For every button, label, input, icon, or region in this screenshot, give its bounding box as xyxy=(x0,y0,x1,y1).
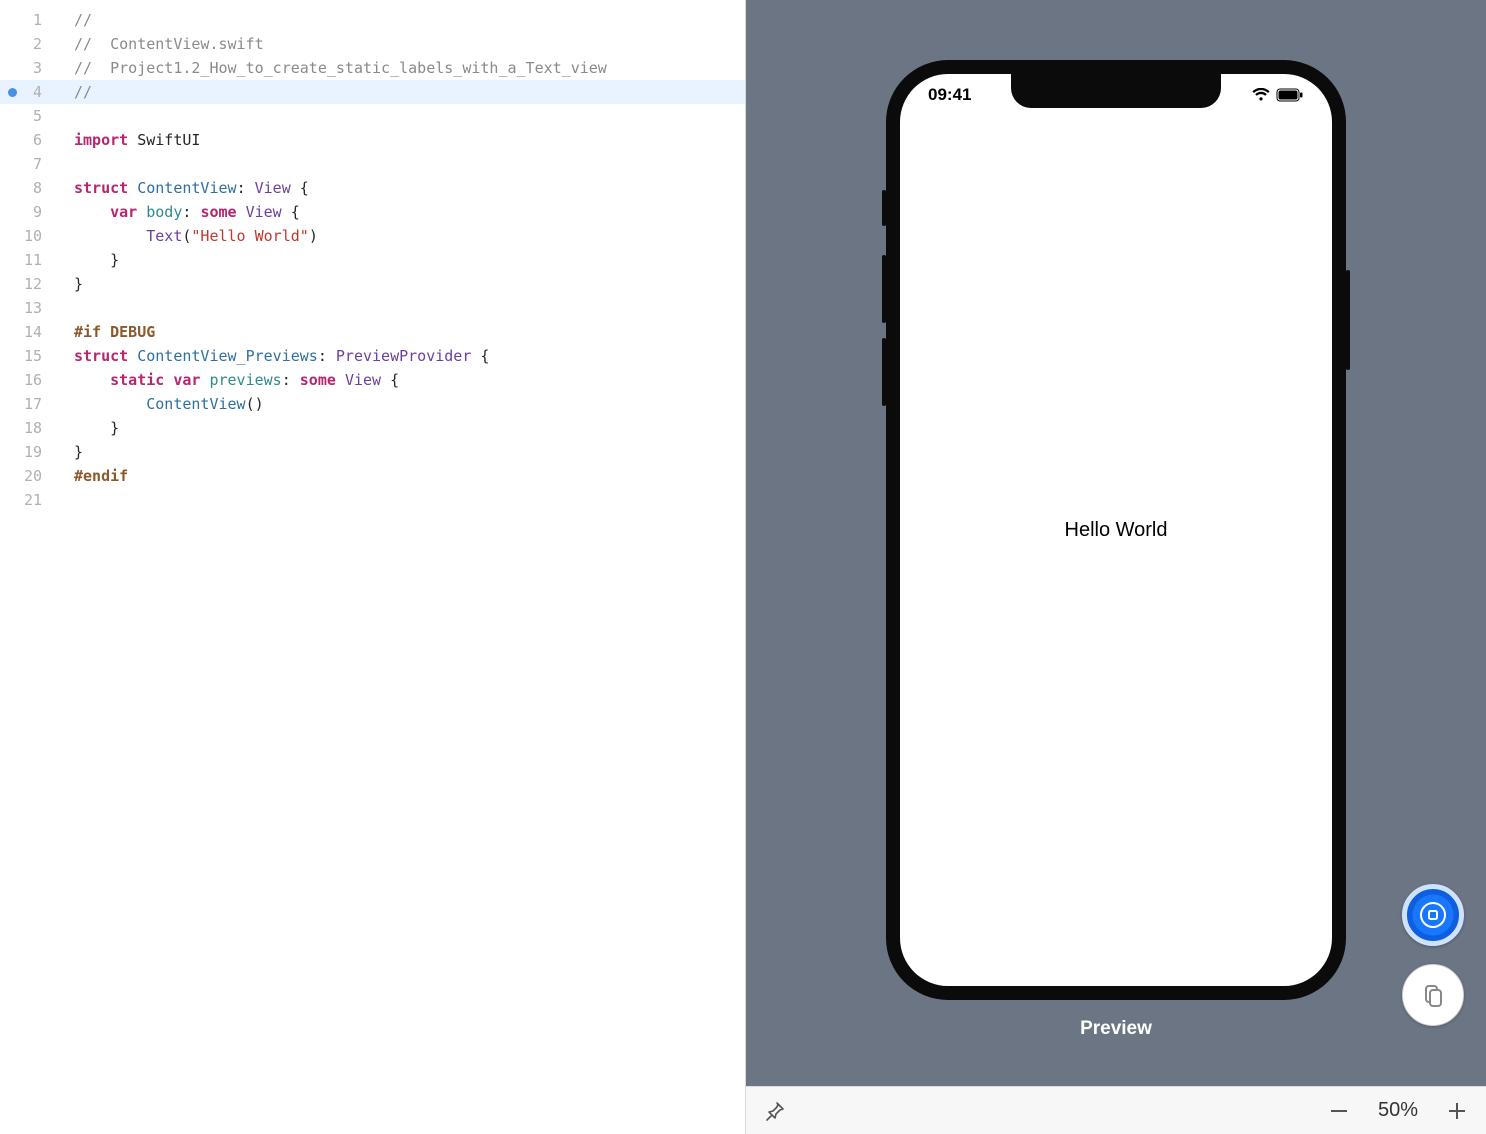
line-number[interactable]: 21 xyxy=(0,488,56,512)
code-line[interactable] xyxy=(56,488,745,512)
line-number[interactable]: 4 xyxy=(0,80,56,104)
device-mute-switch xyxy=(882,190,886,226)
zoom-out-button[interactable] xyxy=(1328,1100,1350,1122)
code-line[interactable]: import SwiftUI xyxy=(56,128,745,152)
preview-bottom-bar: 50% xyxy=(746,1086,1486,1134)
line-number[interactable]: 5 xyxy=(0,104,56,128)
code-line[interactable]: Text("Hello World") xyxy=(56,224,745,248)
device-screen[interactable]: 09:41 Hello World xyxy=(900,74,1332,986)
preview-canvas[interactable]: 09:41 Hello World Preview xyxy=(746,0,1486,1086)
line-number[interactable]: 14 xyxy=(0,320,56,344)
code-line[interactable]: static var previews: some View { xyxy=(56,368,745,392)
code-line[interactable]: #endif xyxy=(56,464,745,488)
device-volume-up xyxy=(882,255,886,323)
device-volume-down xyxy=(882,338,886,406)
code-line[interactable]: } xyxy=(56,272,745,296)
zoom-in-button[interactable] xyxy=(1446,1100,1468,1122)
duplicate-preview-button[interactable] xyxy=(1402,964,1464,1026)
line-number[interactable]: 11 xyxy=(0,248,56,272)
code-line[interactable]: #if DEBUG xyxy=(56,320,745,344)
code-line[interactable]: } xyxy=(56,416,745,440)
pin-preview-button[interactable] xyxy=(764,1100,786,1122)
wifi-icon xyxy=(1252,88,1270,102)
line-number[interactable]: 1 xyxy=(0,8,56,32)
code-line[interactable]: struct ContentView_Previews: PreviewProv… xyxy=(56,344,745,368)
code-line[interactable]: // ContentView.swift xyxy=(56,32,745,56)
line-number[interactable]: 2 xyxy=(0,32,56,56)
line-number[interactable]: 19 xyxy=(0,440,56,464)
code-line[interactable]: var body: some View { xyxy=(56,200,745,224)
device-power-button xyxy=(1346,270,1350,370)
line-number-gutter: 123456789101112131415161718192021 xyxy=(0,0,56,1134)
code-line[interactable]: // Project1.2_How_to_create_static_label… xyxy=(56,56,745,80)
code-area[interactable]: //// ContentView.swift// Project1.2_How_… xyxy=(56,0,745,1134)
code-line[interactable]: } xyxy=(56,440,745,464)
code-line[interactable] xyxy=(56,296,745,320)
code-line[interactable]: // xyxy=(56,8,745,32)
zoom-controls: 50% xyxy=(1328,1099,1468,1122)
line-number[interactable]: 6 xyxy=(0,128,56,152)
device-time: 09:41 xyxy=(928,85,971,105)
device-frame: 09:41 Hello World xyxy=(886,60,1346,1000)
code-line[interactable] xyxy=(56,104,745,128)
code-line[interactable]: struct ContentView: View { xyxy=(56,176,745,200)
device-status-bar: 09:41 xyxy=(900,82,1332,108)
code-line[interactable]: // xyxy=(56,80,745,104)
battery-icon xyxy=(1276,88,1304,102)
line-number[interactable]: 7 xyxy=(0,152,56,176)
line-number[interactable]: 3 xyxy=(0,56,56,80)
line-number[interactable]: 12 xyxy=(0,272,56,296)
line-number[interactable]: 9 xyxy=(0,200,56,224)
code-line[interactable]: } xyxy=(56,248,745,272)
line-number[interactable]: 13 xyxy=(0,296,56,320)
zoom-level[interactable]: 50% xyxy=(1378,1099,1418,1122)
line-number[interactable]: 20 xyxy=(0,464,56,488)
line-number[interactable]: 15 xyxy=(0,344,56,368)
code-line[interactable] xyxy=(56,152,745,176)
line-number[interactable]: 10 xyxy=(0,224,56,248)
line-number[interactable]: 8 xyxy=(0,176,56,200)
preview-pane: 09:41 Hello World Preview xyxy=(745,0,1486,1134)
line-number[interactable]: 16 xyxy=(0,368,56,392)
line-number[interactable]: 18 xyxy=(0,416,56,440)
line-number[interactable]: 17 xyxy=(0,392,56,416)
preview-label: Preview xyxy=(1080,1018,1152,1040)
preview-content-text: Hello World xyxy=(1065,519,1168,542)
code-editor-pane: 123456789101112131415161718192021 //// C… xyxy=(0,0,745,1134)
preview-float-buttons xyxy=(1402,884,1464,1026)
code-line[interactable]: ContentView() xyxy=(56,392,745,416)
live-preview-button[interactable] xyxy=(1402,884,1464,946)
